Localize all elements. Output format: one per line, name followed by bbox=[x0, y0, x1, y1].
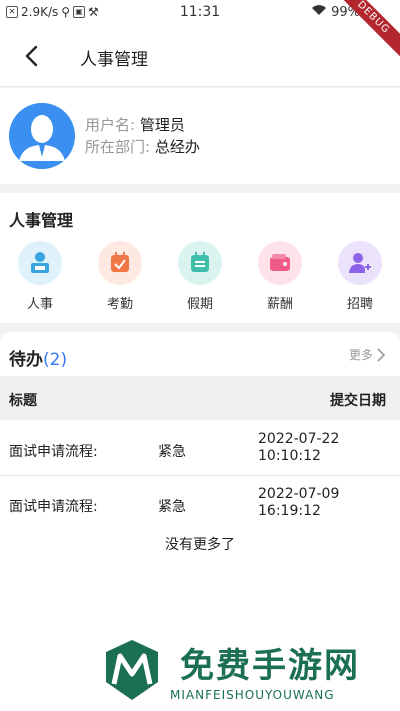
department-value: 总经办 bbox=[154, 138, 200, 156]
hr-item-label: 薪酬 bbox=[266, 297, 293, 312]
hr-item-attendance[interactable]: 考勤 bbox=[90, 241, 150, 312]
hr-item-personnel[interactable]: 人事 bbox=[10, 241, 70, 312]
row-priority: 紧急 bbox=[158, 499, 186, 515]
vacation-icon bbox=[178, 241, 222, 285]
hr-item-salary[interactable]: 薪酬 bbox=[250, 241, 310, 312]
table-row[interactable]: 面试申请流程: 紧急 2022-07-22 10:10:12 bbox=[0, 421, 400, 476]
attendance-icon bbox=[98, 241, 142, 285]
column-header-title: 标题 bbox=[9, 393, 37, 409]
no-more-text: 没有更多了 bbox=[165, 537, 235, 553]
row-priority: 紧急 bbox=[158, 444, 186, 460]
personnel-icon bbox=[18, 241, 62, 285]
watermark-subtext: MIANFEISHOUYOUWANG bbox=[170, 688, 335, 702]
recruit-icon bbox=[338, 241, 382, 285]
row-date: 2022-07-09 16:19:12 bbox=[258, 486, 339, 520]
hr-section: 人事管理 人事 考勤 假期 薪酬 招聘 bbox=[0, 193, 400, 323]
more-label: 更多 bbox=[348, 348, 373, 362]
status-bar: ✕ 2.9K/s ⚲ ▣ ⚒ 11:31 99% bbox=[0, 0, 400, 26]
username-label: 用户名: bbox=[85, 116, 136, 134]
row-date-day: 2022-07-09 bbox=[258, 486, 340, 502]
hr-item-label: 考勤 bbox=[106, 297, 133, 312]
nav-bar: 人事管理 bbox=[0, 26, 400, 87]
department-label: 所在部门: bbox=[85, 138, 151, 156]
table-header: 标题 提交日期 bbox=[0, 376, 400, 420]
chevron-right-icon bbox=[377, 347, 386, 362]
hr-item-vacation[interactable]: 假期 bbox=[170, 241, 230, 312]
page-title: 人事管理 bbox=[80, 50, 148, 70]
todo-title: 待办(2) bbox=[9, 345, 67, 370]
row-title: 面试申请流程: bbox=[9, 499, 98, 515]
department-line: 所在部门: 总经办 bbox=[85, 136, 200, 157]
row-date: 2022-07-22 10:10:12 bbox=[258, 431, 339, 465]
profile-card: 用户名: 管理员 所在部门: 总经办 bbox=[0, 88, 400, 184]
hr-item-label: 人事 bbox=[26, 297, 53, 312]
row-title: 面试申请流程: bbox=[9, 444, 98, 460]
row-date-time: 16:19:12 bbox=[258, 503, 321, 519]
table-row[interactable]: 面试申请流程: 紧急 2022-07-09 16:19:12 bbox=[0, 476, 400, 530]
chevron-left-icon[interactable] bbox=[20, 44, 44, 68]
user-avatar-icon bbox=[9, 103, 75, 169]
watermark-logo-icon bbox=[106, 640, 158, 700]
row-date-day: 2022-07-22 bbox=[258, 431, 340, 447]
hr-item-label: 假期 bbox=[186, 297, 213, 312]
watermark: 免费手游网 MIANFEISHOUYOUWANG bbox=[100, 638, 390, 710]
todo-title-text: 待办 bbox=[9, 350, 43, 370]
more-button[interactable]: 更多 bbox=[349, 346, 386, 363]
hr-item-label: 招聘 bbox=[346, 297, 373, 312]
watermark-text: 免费手游网 bbox=[180, 646, 360, 686]
username-line: 用户名: 管理员 bbox=[85, 114, 185, 135]
column-header-date: 提交日期 bbox=[330, 393, 386, 409]
todo-count: (2) bbox=[43, 350, 68, 370]
username-value: 管理员 bbox=[139, 116, 185, 134]
section-title: 人事管理 bbox=[9, 211, 74, 230]
row-date-time: 10:10:12 bbox=[258, 448, 321, 464]
wifi-icon bbox=[311, 4, 327, 20]
hr-item-recruit[interactable]: 招聘 bbox=[330, 241, 390, 312]
avatar bbox=[9, 103, 75, 169]
salary-icon bbox=[258, 241, 302, 285]
